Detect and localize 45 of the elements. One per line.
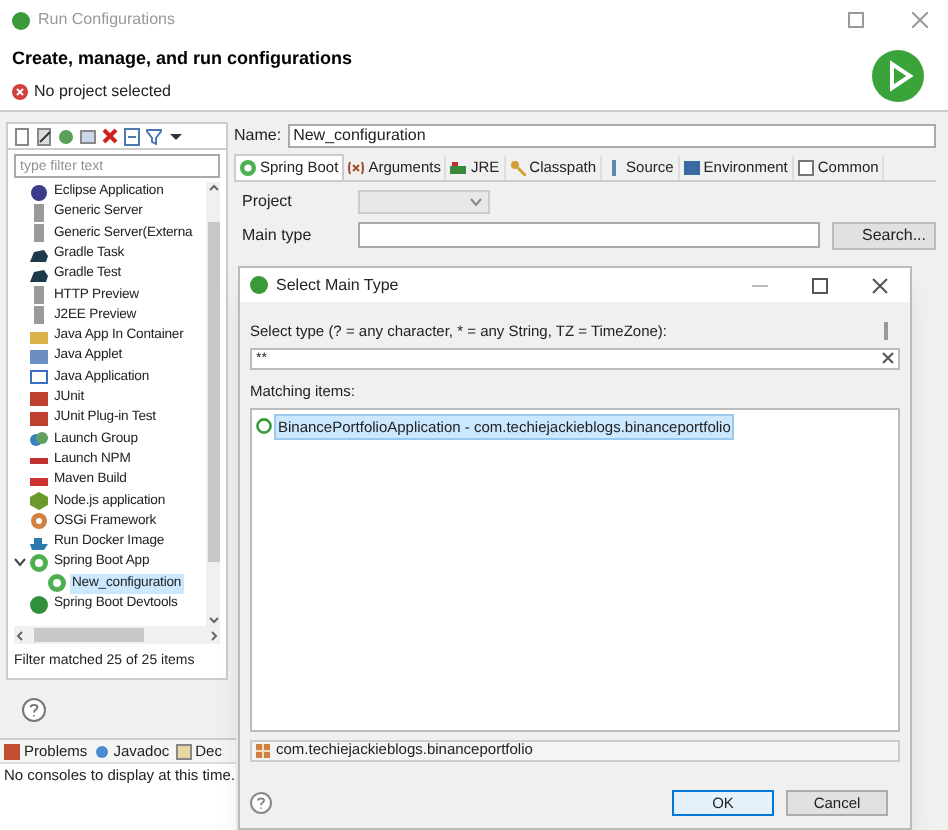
collapse-icon[interactable] — [124, 127, 140, 145]
app-icon — [12, 11, 30, 29]
edit-icon[interactable] — [36, 127, 52, 145]
header-title: Create, manage, and run configurations — [12, 46, 355, 73]
name-label: Name: — [234, 124, 282, 148]
window-title: Run Configurations — [38, 8, 175, 32]
main-type-field[interactable] — [358, 222, 820, 248]
environment-icon — [683, 160, 700, 176]
chevron-down-icon[interactable] — [14, 556, 26, 569]
scroll-up-icon[interactable] — [207, 182, 219, 194]
app-icon — [250, 276, 268, 294]
vertical-scrollbar[interactable] — [206, 182, 220, 626]
folder-icon — [30, 327, 48, 346]
scroll-left-icon[interactable] — [14, 629, 26, 641]
package-icon — [256, 743, 270, 757]
scrollbar-thumb[interactable] — [34, 628, 144, 642]
dialog-title: Select Main Type — [276, 273, 399, 297]
clear-icon[interactable] — [882, 351, 894, 364]
close-icon[interactable] — [872, 277, 888, 293]
chevron-down-icon — [470, 195, 482, 207]
help-icon[interactable] — [22, 698, 46, 722]
scroll-right-icon[interactable] — [208, 629, 220, 641]
maximize-icon[interactable] — [812, 277, 828, 293]
group-icon — [30, 430, 48, 449]
horizontal-scrollbar[interactable] — [14, 626, 220, 644]
error-message: No project selected — [34, 79, 171, 104]
error-icon — [12, 83, 28, 100]
field-label: Main type — [242, 223, 314, 247]
page-icon — [797, 160, 814, 176]
delete-icon[interactable] — [102, 127, 118, 145]
help-icon[interactable] — [250, 791, 272, 813]
search-button[interactable]: Search... — [832, 221, 936, 249]
scrollbar-thumb[interactable] — [207, 222, 219, 562]
class-icon — [256, 418, 272, 435]
variable-icon — [348, 160, 365, 176]
splitter-handle[interactable] — [884, 322, 888, 341]
scroll-down-icon[interactable] — [207, 614, 219, 626]
run-icon[interactable] — [872, 49, 924, 101]
field-label: Project — [242, 189, 294, 213]
copy-icon[interactable] — [80, 127, 96, 145]
document-icon — [175, 743, 192, 759]
name-field[interactable]: New_configuration — [287, 124, 936, 148]
hexagon-icon — [30, 492, 48, 511]
key-icon — [509, 160, 526, 176]
filter-icon[interactable] — [146, 127, 162, 145]
